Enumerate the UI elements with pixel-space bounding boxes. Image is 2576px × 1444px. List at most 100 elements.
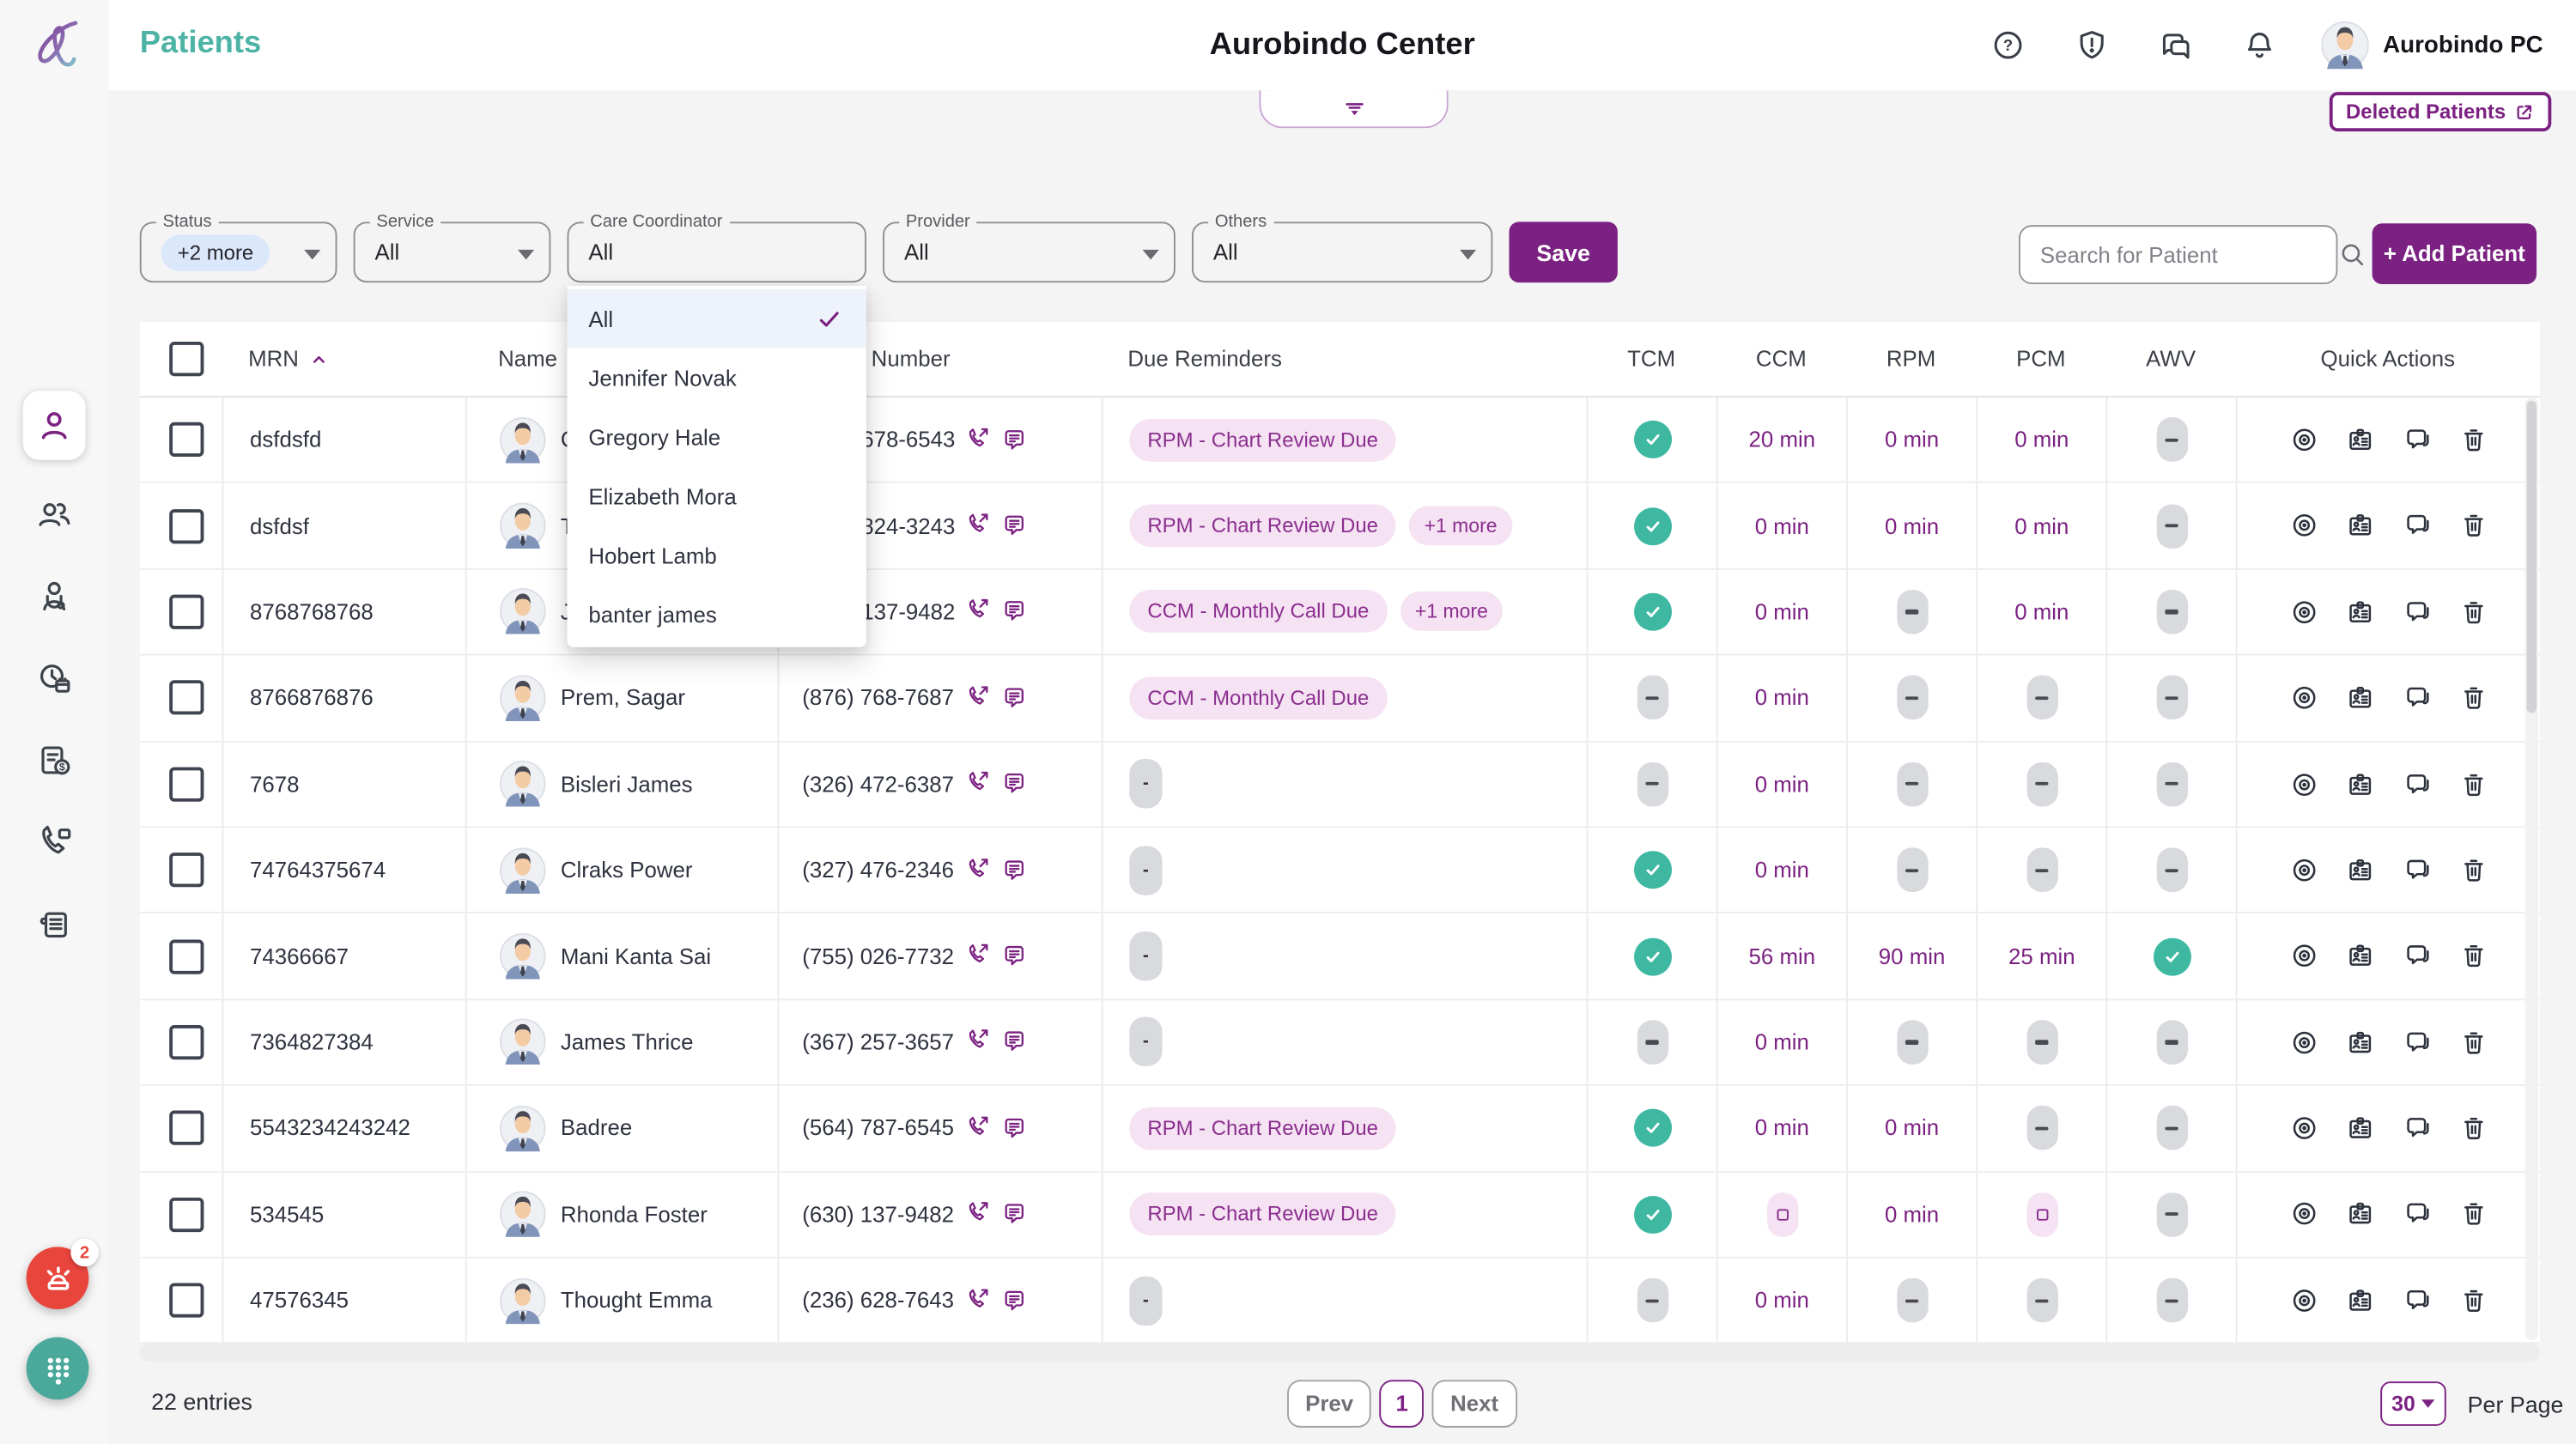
row-checkbox[interactable] xyxy=(169,1197,204,1232)
view-patient-icon[interactable] xyxy=(2289,598,2318,626)
row-checkbox[interactable] xyxy=(169,1283,204,1318)
patient-chart-icon[interactable] xyxy=(2346,769,2375,798)
sms-icon[interactable] xyxy=(1001,685,1028,712)
row-checkbox[interactable] xyxy=(169,1024,204,1060)
patient-chart-icon[interactable] xyxy=(2346,1028,2375,1056)
phone-call-icon[interactable] xyxy=(965,1287,992,1314)
row-checkbox[interactable] xyxy=(169,938,204,974)
row-checkbox[interactable] xyxy=(169,422,204,458)
notifications-icon[interactable] xyxy=(2241,28,2275,63)
view-patient-icon[interactable] xyxy=(2289,683,2318,712)
collapse-panel-handle[interactable] xyxy=(1259,90,1449,129)
filter-provider[interactable]: Provider All xyxy=(883,211,1176,283)
message-patient-icon[interactable] xyxy=(2403,1028,2432,1056)
sms-icon[interactable] xyxy=(1001,1029,1028,1056)
phone-call-icon[interactable] xyxy=(965,513,992,539)
column-header-mrn[interactable]: MRN xyxy=(222,322,465,396)
row-checkbox[interactable] xyxy=(169,1111,204,1146)
patient-chart-icon[interactable] xyxy=(2346,683,2375,712)
view-patient-icon[interactable] xyxy=(2289,769,2318,798)
patient-chart-icon[interactable] xyxy=(2346,1200,2375,1229)
delete-patient-icon[interactable] xyxy=(2459,1286,2488,1314)
message-patient-icon[interactable] xyxy=(2403,425,2432,453)
sms-icon[interactable] xyxy=(1001,1201,1028,1228)
message-patient-icon[interactable] xyxy=(2403,942,2432,970)
dialpad-button[interactable] xyxy=(26,1337,89,1400)
sms-icon[interactable] xyxy=(1001,1287,1028,1314)
phone-call-icon[interactable] xyxy=(965,1115,992,1142)
row-checkbox[interactable] xyxy=(169,852,204,888)
filter-status[interactable]: Status +2 more xyxy=(139,211,337,283)
care-coordinator-option[interactable]: Elizabeth Mora xyxy=(568,466,866,525)
save-filters-button[interactable]: Save xyxy=(1509,221,1618,283)
sms-icon[interactable] xyxy=(1001,1115,1028,1142)
sms-icon[interactable] xyxy=(1001,513,1028,539)
select-all-checkbox[interactable] xyxy=(169,342,204,377)
user-avatar[interactable] xyxy=(2320,21,2368,70)
filter-care_coordinator[interactable]: Care Coordinator All xyxy=(567,211,866,283)
delete-patient-icon[interactable] xyxy=(2459,1113,2488,1142)
view-patient-icon[interactable] xyxy=(2289,1200,2318,1229)
patient-chart-icon[interactable] xyxy=(2346,512,2375,540)
message-patient-icon[interactable] xyxy=(2403,683,2432,712)
sms-icon[interactable] xyxy=(1001,771,1028,798)
patient-chart-icon[interactable] xyxy=(2346,598,2375,626)
patient-chart-icon[interactable] xyxy=(2346,1286,2375,1314)
prev-page-button[interactable]: Prev xyxy=(1287,1380,1372,1428)
add-patient-button[interactable]: + Add Patient xyxy=(2372,223,2537,285)
phone-call-icon[interactable] xyxy=(965,943,992,969)
sms-icon[interactable] xyxy=(1001,943,1028,969)
view-patient-icon[interactable] xyxy=(2289,1028,2318,1056)
view-patient-icon[interactable] xyxy=(2289,1113,2318,1142)
message-patient-icon[interactable] xyxy=(2403,769,2432,798)
phone-call-icon[interactable] xyxy=(965,1029,992,1056)
row-checkbox[interactable] xyxy=(169,594,204,629)
view-patient-icon[interactable] xyxy=(2289,512,2318,540)
messages-icon[interactable] xyxy=(2158,28,2192,63)
row-checkbox[interactable] xyxy=(169,767,204,802)
sms-icon[interactable] xyxy=(1001,427,1028,453)
row-checkbox[interactable] xyxy=(169,680,204,716)
care-coordinator-option[interactable]: Hobert Lamb xyxy=(568,525,866,585)
delete-patient-icon[interactable] xyxy=(2459,856,2488,884)
reminder-more-chip[interactable]: +1 more xyxy=(1409,506,1512,546)
message-patient-icon[interactable] xyxy=(2403,1200,2432,1229)
delete-patient-icon[interactable] xyxy=(2459,1028,2488,1056)
phone-call-icon[interactable] xyxy=(965,857,992,883)
phone-call-icon[interactable] xyxy=(965,598,992,625)
reminder-more-chip[interactable]: +1 more xyxy=(1400,592,1504,632)
sms-icon[interactable] xyxy=(1001,598,1028,625)
message-patient-icon[interactable] xyxy=(2403,598,2432,626)
filter-service[interactable]: Service All xyxy=(353,211,551,283)
view-patient-icon[interactable] xyxy=(2289,942,2318,970)
care-coordinator-option[interactable]: banter james xyxy=(568,585,866,644)
phone-call-icon[interactable] xyxy=(965,1201,992,1228)
search-icon[interactable] xyxy=(2337,240,2366,269)
next-page-button[interactable]: Next xyxy=(1432,1380,1517,1428)
phone-call-icon[interactable] xyxy=(965,685,992,712)
care-coordinator-option[interactable]: Gregory Hale xyxy=(568,408,866,467)
delete-patient-icon[interactable] xyxy=(2459,1200,2488,1229)
view-patient-icon[interactable] xyxy=(2289,425,2318,453)
message-patient-icon[interactable] xyxy=(2403,1286,2432,1314)
help-icon[interactable]: ? xyxy=(1990,28,2025,63)
message-patient-icon[interactable] xyxy=(2403,1113,2432,1142)
sms-icon[interactable] xyxy=(1001,857,1028,883)
delete-patient-icon[interactable] xyxy=(2459,942,2488,970)
sidebar-item-calls[interactable] xyxy=(36,825,72,861)
delete-patient-icon[interactable] xyxy=(2459,683,2488,712)
report-issue-icon[interactable] xyxy=(2074,28,2108,63)
view-patient-icon[interactable] xyxy=(2289,1286,2318,1314)
patient-chart-icon[interactable] xyxy=(2346,425,2375,453)
phone-call-icon[interactable] xyxy=(965,771,992,798)
horizontal-scrollbar[interactable] xyxy=(139,1344,2540,1362)
delete-patient-icon[interactable] xyxy=(2459,425,2488,453)
search-input[interactable] xyxy=(2020,242,2338,267)
per-page-select[interactable]: 30 xyxy=(2380,1381,2446,1426)
alerts-button[interactable]: 2 xyxy=(26,1238,99,1310)
patient-chart-icon[interactable] xyxy=(2346,856,2375,884)
delete-patient-icon[interactable] xyxy=(2459,512,2488,540)
phone-call-icon[interactable] xyxy=(965,427,992,453)
message-patient-icon[interactable] xyxy=(2403,856,2432,884)
sidebar-item-users[interactable] xyxy=(36,496,72,532)
